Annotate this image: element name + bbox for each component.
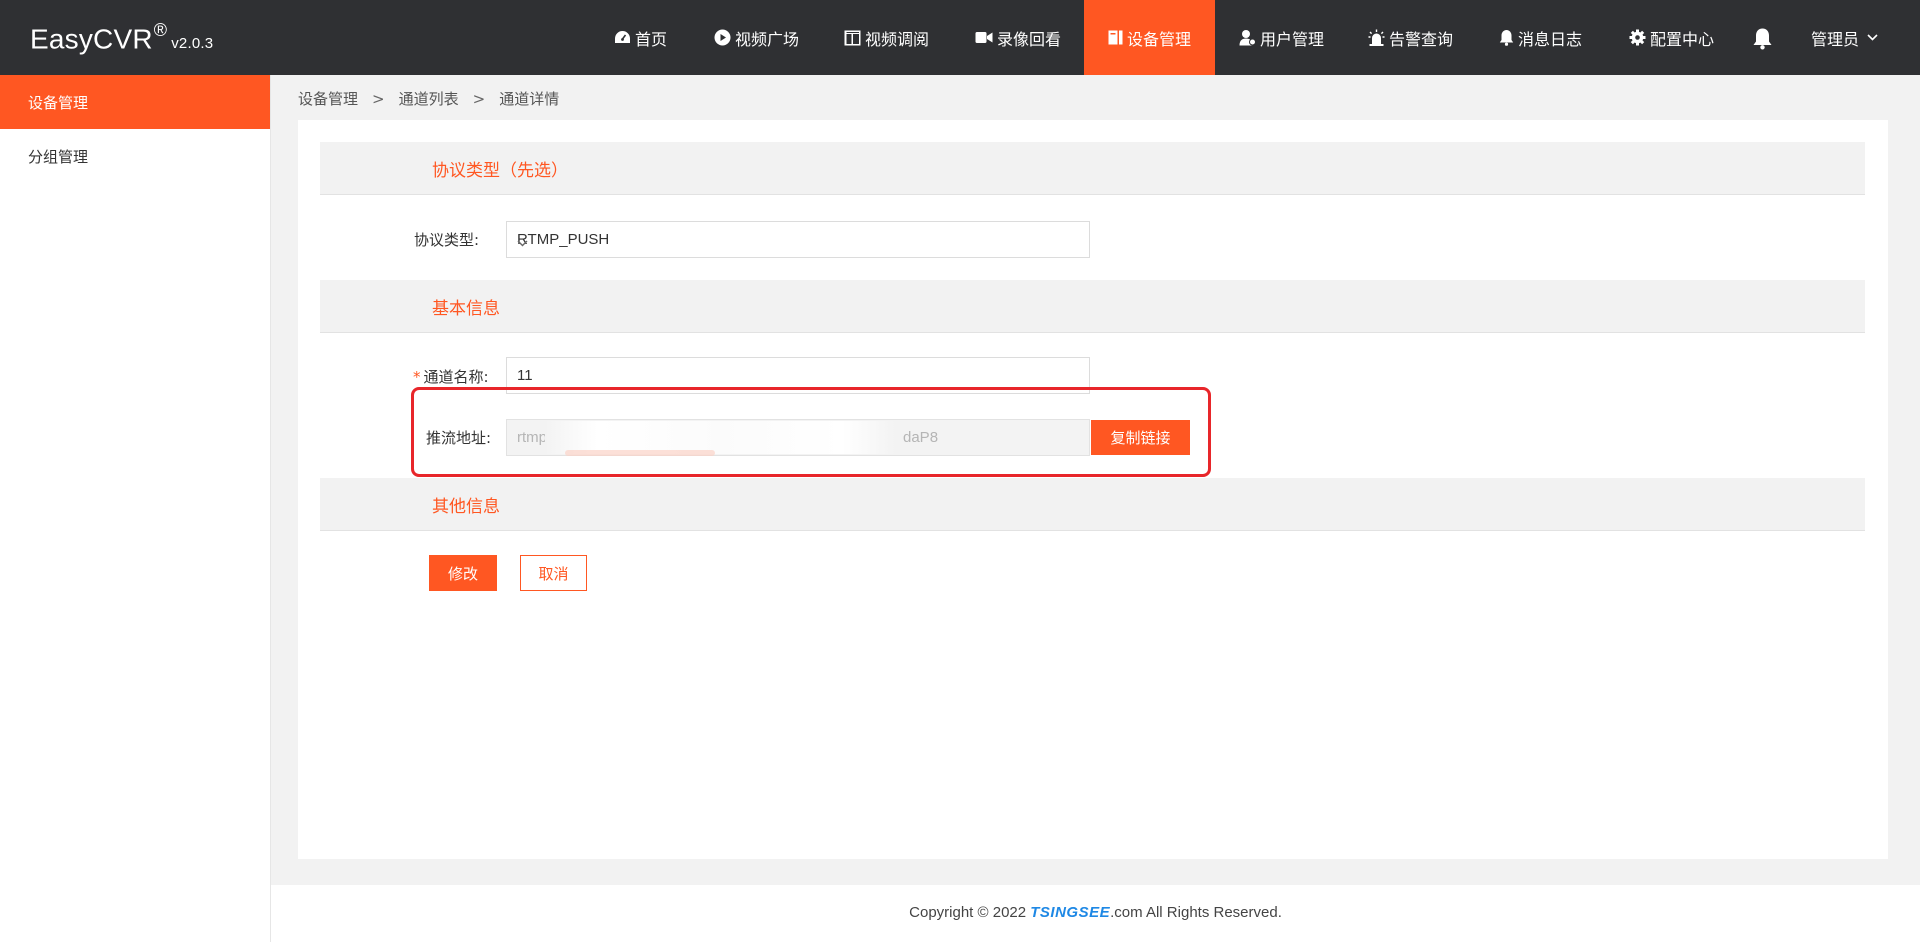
breadcrumb-separator: > (472, 90, 486, 108)
modify-button[interactable]: 修改 (429, 555, 497, 591)
top-navbar: EasyCVR®v2.0.3 首页 视频广场 视频调阅 录像回看 设备管理 用户… (0, 0, 1920, 75)
sidebar-item-label: 分组管理 (28, 147, 89, 166)
section-protocol-header: 协议类型（先选） (320, 142, 1865, 195)
nav-item-user-management[interactable]: 用户管理 (1239, 0, 1324, 75)
alarm-icon (1368, 29, 1385, 46)
brand-logo-text[interactable]: TSINGSEE (1030, 904, 1110, 921)
layout-icon (844, 30, 861, 46)
section-title: 协议类型（先选） (432, 161, 568, 181)
app-logo[interactable]: EasyCVR®v2.0.3 (30, 20, 214, 55)
protocol-type-label: 协议类型: (414, 231, 480, 249)
channel-detail-form: 协议类型（先选） 协议类型: RTMP_PUSH 基本信息 *通道名称: 推流地… (298, 120, 1888, 859)
nav-item-label: 视频调阅 (865, 29, 930, 49)
breadcrumb: 设备管理 > 通道列表 > 通道详情 (298, 88, 559, 109)
copyright-suffix: .com All Rights Reserved. (1110, 904, 1282, 921)
section-title: 基本信息 (432, 299, 500, 319)
sidebar-item-label: 设备管理 (28, 93, 89, 112)
nav-item-label: 配置中心 (1650, 29, 1715, 49)
nav-item-label: 消息日志 (1518, 29, 1583, 49)
section-other-header: 其他信息 (320, 478, 1865, 531)
logo-registered-mark: ® (153, 20, 168, 40)
cancel-button[interactable]: 取消 (520, 555, 587, 591)
nav-item-playback[interactable]: 录像回看 (975, 0, 1061, 75)
nav-item-config-center[interactable]: 配置中心 (1629, 0, 1714, 75)
channel-name-label-text: 通道名称: (423, 368, 489, 386)
play-circle-icon (714, 29, 731, 46)
sidebar-item-group-management[interactable]: 分组管理 (0, 129, 270, 183)
nav-item-label: 录像回看 (997, 29, 1062, 49)
user-menu[interactable]: 管理员 (1811, 0, 1878, 75)
nav-item-label: 用户管理 (1260, 29, 1325, 49)
dashboard-icon (614, 30, 631, 45)
sidebar: 设备管理 分组管理 (0, 75, 271, 942)
user-name: 管理员 (1811, 29, 1860, 49)
nav-item-device-management[interactable]: 设备管理 (1084, 0, 1215, 75)
channel-name-label: * 通道名称: (413, 366, 489, 387)
gear-icon (1629, 29, 1646, 46)
bell-small-icon (1499, 29, 1514, 46)
section-title: 其他信息 (432, 497, 500, 517)
copyright-text: Copyright © 2022 TSINGSEE.com All Rights… (271, 904, 1920, 921)
required-mark: * (413, 368, 421, 386)
device-icon (1108, 30, 1123, 45)
nav-item-label: 设备管理 (1126, 29, 1191, 49)
nav-item-video-square[interactable]: 视频广场 (714, 0, 799, 75)
logo-text: EasyCVR (30, 23, 153, 55)
section-basic-header: 基本信息 (320, 280, 1865, 333)
chevron-down-icon (1867, 34, 1878, 41)
protocol-type-select[interactable]: RTMP_PUSH (506, 221, 1090, 258)
nav-item-home[interactable]: 首页 (614, 0, 667, 75)
breadcrumb-device-management[interactable]: 设备管理 (298, 90, 358, 108)
user-icon (1239, 29, 1256, 46)
nav-item-label: 告警查询 (1389, 29, 1454, 49)
nav-item-label: 首页 (635, 29, 668, 49)
breadcrumb-channel-detail: 通道详情 (499, 90, 560, 108)
video-camera-icon (975, 31, 993, 44)
nav-item-video-review[interactable]: 视频调阅 (844, 0, 929, 75)
nav-item-alarm-query[interactable]: 告警查询 (1368, 0, 1453, 75)
copyright-prefix: Copyright © 2022 (909, 904, 1031, 921)
nav-item-label: 视频广场 (735, 29, 800, 49)
sidebar-item-device-management[interactable]: 设备管理 (0, 75, 270, 129)
footer: Copyright © 2022 TSINGSEE.com All Rights… (271, 885, 1920, 942)
chevron-down-icon (517, 234, 1079, 251)
highlight-box (411, 387, 1211, 477)
app-version: v2.0.3 (171, 35, 214, 53)
breadcrumb-channel-list[interactable]: 通道列表 (399, 90, 459, 108)
nav-item-message-log[interactable]: 消息日志 (1499, 0, 1582, 75)
breadcrumb-separator: > (372, 90, 385, 108)
bell-icon[interactable] (1752, 27, 1773, 54)
